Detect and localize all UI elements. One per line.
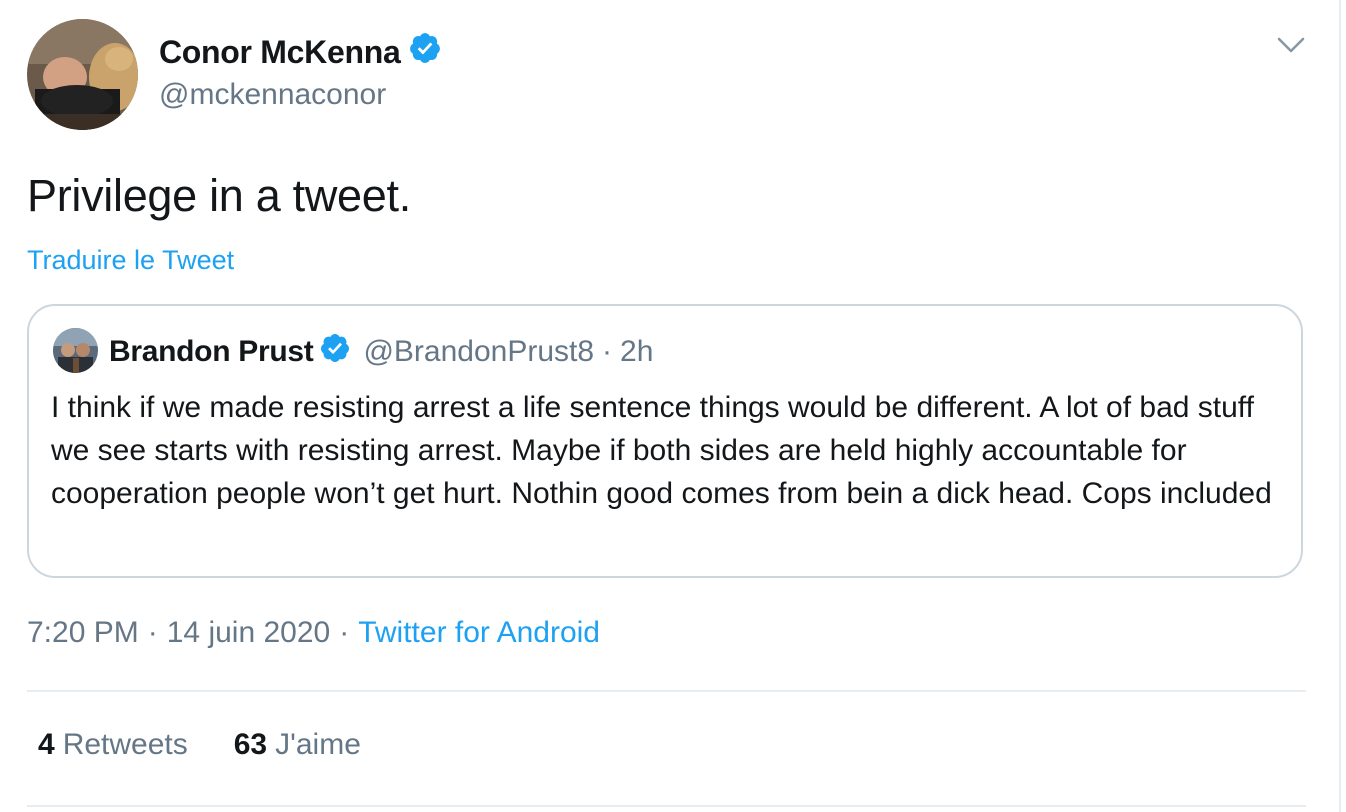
author-name[interactable]: Conor McKenna — [159, 31, 442, 73]
quoted-tweet-text: I think if we made resisting arrest a li… — [51, 391, 1272, 510]
meta-separator: · — [339, 616, 350, 649]
likes-label: J'aime — [275, 728, 361, 761]
tweet-stats: 4 Retweets 63 J'aime — [38, 728, 361, 762]
retweets-stat[interactable]: 4 Retweets — [38, 728, 188, 762]
chevron-down-icon[interactable] — [1274, 32, 1308, 58]
quoted-tweet-header: Brandon Prust @BrandonPrust8 · 2h — [109, 332, 653, 372]
divider — [27, 690, 1306, 692]
quoted-separator: · — [602, 335, 613, 368]
author-name-text[interactable]: Conor McKenna — [159, 34, 401, 71]
likes-count: 63 — [233, 728, 268, 761]
quoted-author-handle: @BrandonPrust8 — [363, 335, 595, 368]
avatar-image — [27, 19, 138, 130]
timeline-border — [1339, 0, 1341, 812]
verified-badge-icon — [408, 31, 442, 73]
divider — [27, 805, 1306, 807]
author-handle[interactable]: @mckennaconor — [159, 78, 386, 112]
quoted-tweet-card[interactable]: Brandon Prust @BrandonPrust8 · 2h I thin… — [27, 304, 1303, 578]
likes-stat[interactable]: 63 J'aime — [234, 728, 361, 762]
verified-badge-icon — [319, 332, 351, 372]
quoted-author-name: Brandon Prust — [109, 335, 314, 368]
retweets-count: 4 — [38, 728, 55, 761]
tweet-text: Privilege in a tweet. — [27, 170, 411, 221]
author-avatar[interactable] — [27, 19, 138, 130]
tweet-time[interactable]: 7:20 PM — [27, 616, 139, 650]
tweet-date[interactable]: 14 juin 2020 — [167, 616, 330, 650]
tweet-meta: 7:20 PM · 14 juin 2020 · Twitter for And… — [27, 616, 600, 650]
meta-separator: · — [147, 616, 158, 649]
quoted-tweet-age: 2h — [620, 335, 654, 368]
translate-tweet-link[interactable]: Traduire le Tweet — [27, 245, 234, 276]
quoted-author-avatar — [53, 328, 98, 373]
quoted-avatar-image — [53, 328, 98, 373]
tweet-source-link[interactable]: Twitter for Android — [358, 616, 600, 650]
retweets-label: Retweets — [62, 728, 188, 761]
